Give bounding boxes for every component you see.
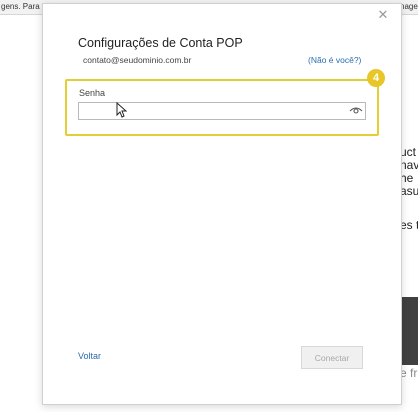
account-email: contato@seudominio.com.br xyxy=(83,55,192,65)
background-text-fragment: gens. Para xyxy=(1,2,40,11)
background-text-fragment: e fr xyxy=(400,366,418,380)
mouse-cursor-icon xyxy=(116,102,127,118)
background-text-line: asud xyxy=(400,184,418,198)
step-number-badge: 4 xyxy=(367,69,385,87)
close-icon[interactable]: ✕ xyxy=(376,8,390,22)
background-text-line: es t xyxy=(400,218,418,232)
dialog-title: Configurações de Conta POP xyxy=(78,36,243,50)
background-document-text: uct nave he asud xyxy=(400,146,418,198)
back-link[interactable]: Voltar xyxy=(78,351,101,361)
not-you-link[interactable]: (Não é você?) xyxy=(308,55,361,65)
password-label: Senha xyxy=(79,88,106,98)
pop-account-settings-dialog: ✕ Configurações de Conta POP contato@seu… xyxy=(42,3,402,405)
background-text-fragment: nage xyxy=(400,2,418,11)
connect-button[interactable]: Conectar xyxy=(301,346,363,369)
eye-icon[interactable] xyxy=(349,104,363,116)
background-dark-panel xyxy=(400,297,418,365)
